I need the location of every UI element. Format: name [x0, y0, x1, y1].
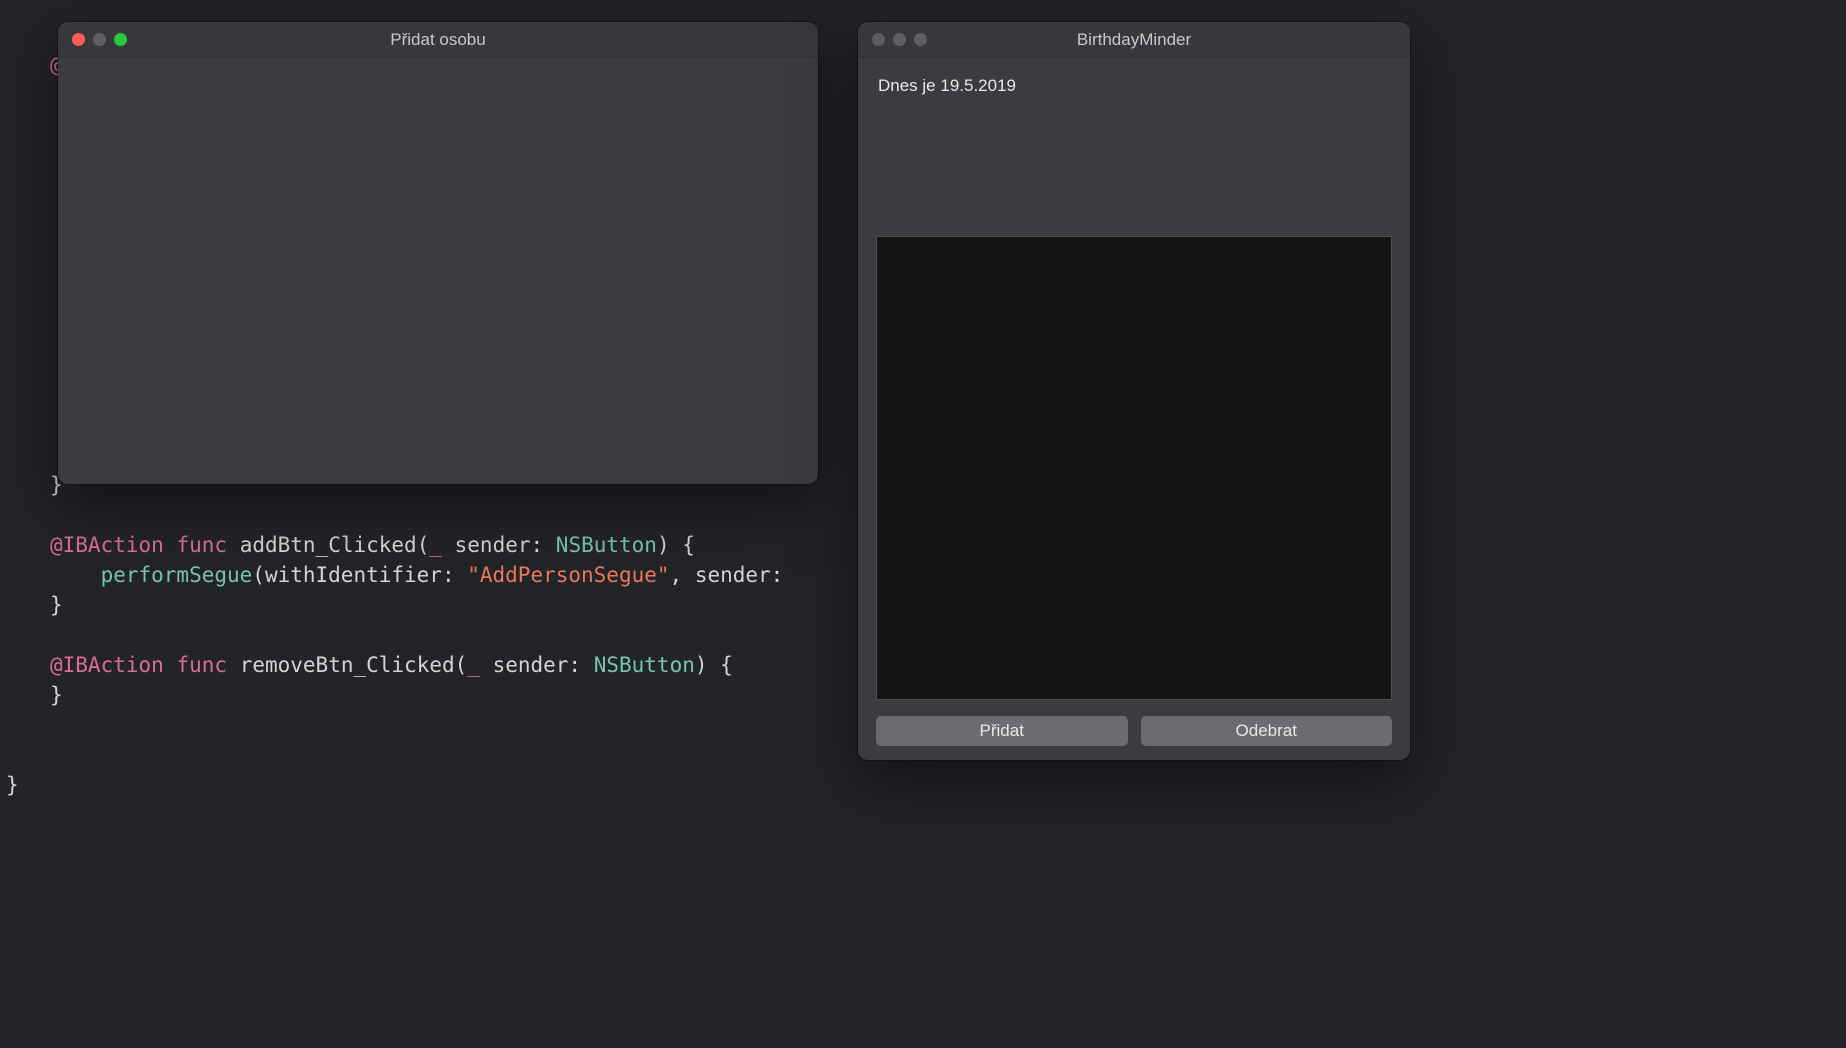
add-person-window[interactable]: Přidat osobu: [58, 22, 818, 484]
code-param: sender:: [442, 533, 556, 557]
minimize-icon[interactable]: [893, 33, 906, 46]
code-type: NSButton: [594, 653, 695, 677]
code-punct: (withIdentifier:: [252, 563, 467, 587]
window-title: Přidat osobu: [58, 30, 818, 50]
traffic-lights: [58, 33, 127, 46]
code-punct: ) {: [657, 533, 695, 557]
code-identifier: removeBtn_Clicked(: [240, 653, 468, 677]
close-icon[interactable]: [872, 33, 885, 46]
code-punct: , sender:: [670, 563, 784, 587]
window-title: BirthdayMinder: [858, 30, 1410, 50]
minimize-icon[interactable]: [93, 33, 106, 46]
code-brace: }: [6, 773, 19, 797]
add-button[interactable]: Přidat: [876, 716, 1128, 746]
code-keyword: @IBAction: [50, 533, 164, 557]
code-string: "AddPersonSegue": [467, 563, 669, 587]
window-content: [58, 58, 818, 484]
spacer: [876, 96, 1392, 236]
code-keyword: func: [176, 653, 227, 677]
person-list[interactable]: [876, 236, 1392, 700]
code-brace: }: [50, 593, 63, 617]
maximize-icon[interactable]: [914, 33, 927, 46]
button-row: Přidat Odebrat: [876, 716, 1392, 746]
code-keyword: _: [429, 533, 442, 557]
traffic-lights: [858, 33, 927, 46]
titlebar[interactable]: BirthdayMinder: [858, 22, 1410, 58]
code-method: performSegue: [101, 563, 253, 587]
titlebar[interactable]: Přidat osobu: [58, 22, 818, 58]
code-keyword: _: [467, 653, 480, 677]
code-param: sender:: [480, 653, 594, 677]
window-content: Dnes je 19.5.2019 Přidat Odebrat: [858, 58, 1410, 760]
code-type: NSButton: [556, 533, 657, 557]
code-keyword: func: [176, 533, 227, 557]
code-indent: [50, 563, 101, 587]
code-punct: ) {: [695, 653, 733, 677]
code-identifier: addBtn_Clicked(: [240, 533, 430, 557]
birthdayminder-window[interactable]: BirthdayMinder Dnes je 19.5.2019 Přidat …: [858, 22, 1410, 760]
maximize-icon[interactable]: [114, 33, 127, 46]
close-icon[interactable]: [72, 33, 85, 46]
code-keyword: @IBAction: [50, 653, 164, 677]
today-date-label: Dnes je 19.5.2019: [876, 76, 1392, 96]
remove-button[interactable]: Odebrat: [1141, 716, 1393, 746]
code-brace: }: [50, 683, 63, 707]
